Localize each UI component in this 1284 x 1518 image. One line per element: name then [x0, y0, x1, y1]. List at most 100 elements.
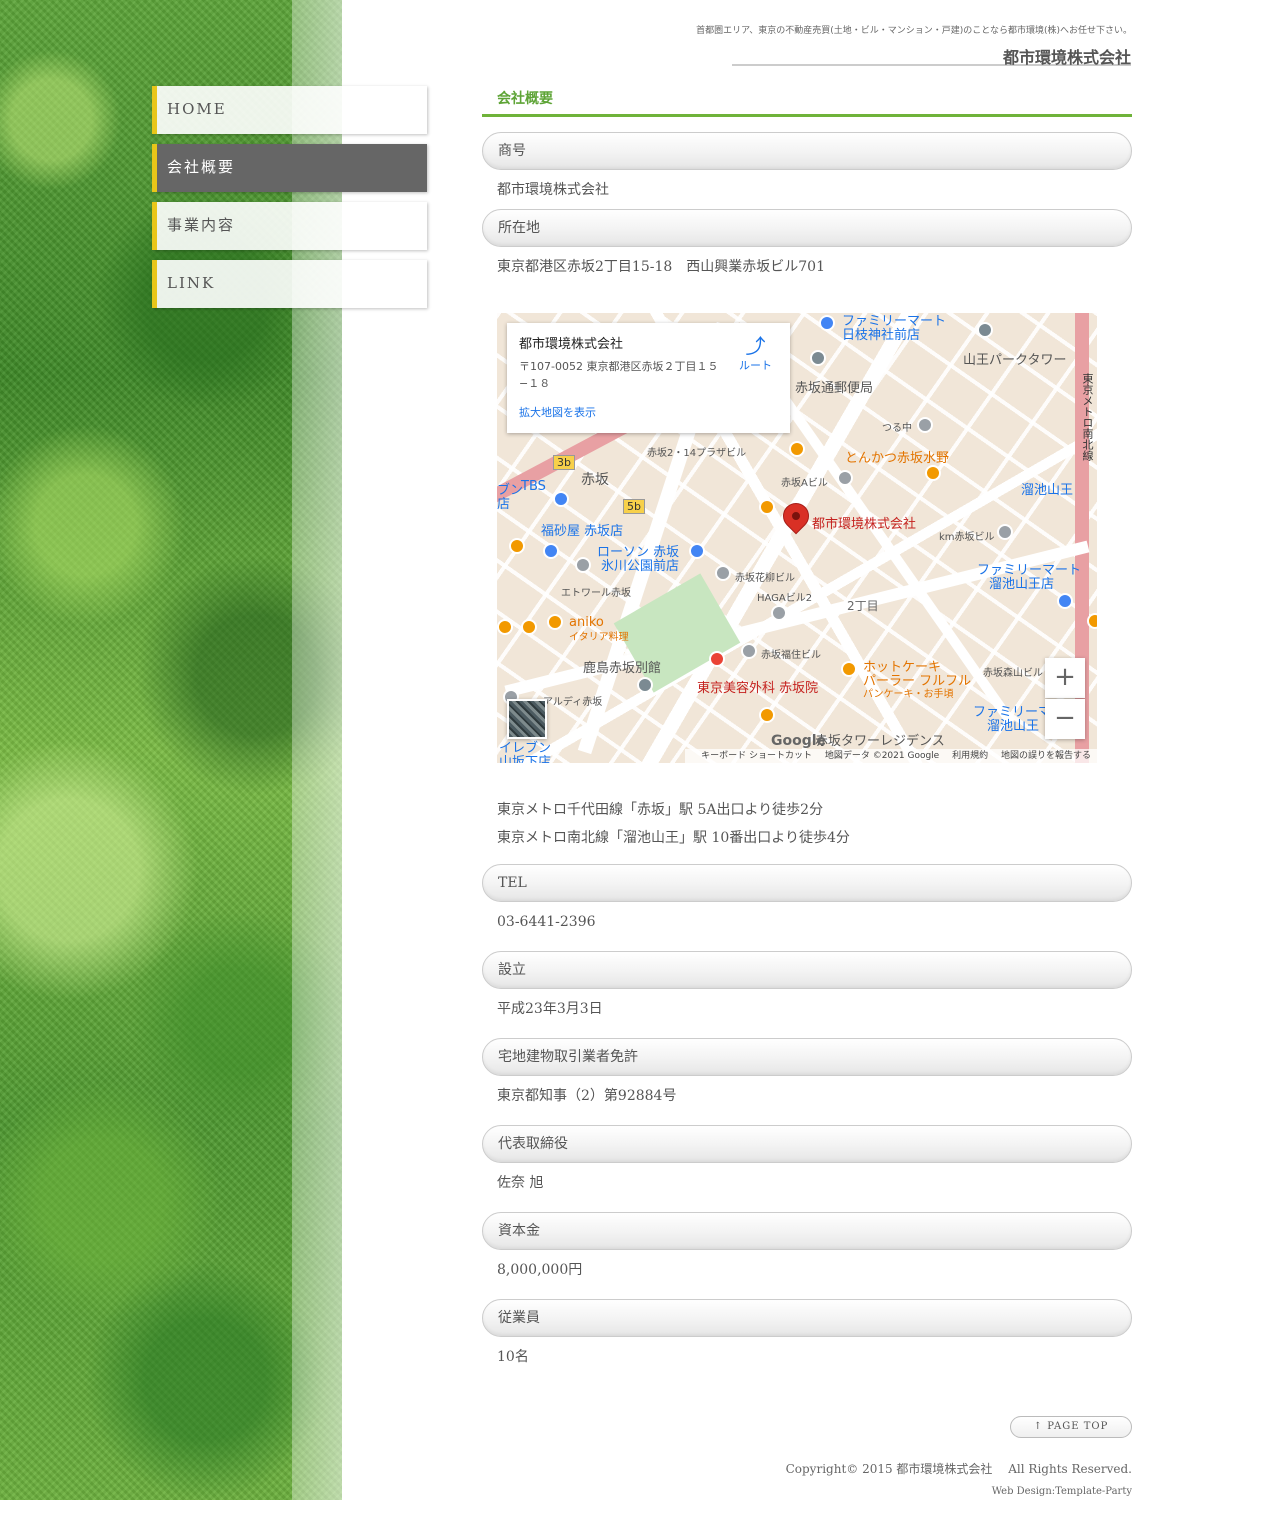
google-logo: Google: [771, 733, 827, 749]
shop-pin-icon[interactable]: [1057, 593, 1073, 609]
map-label: 赤坂: [581, 472, 609, 488]
shop-pin-icon[interactable]: [689, 543, 705, 559]
satellite-toggle[interactable]: [507, 699, 547, 739]
row-head-employees: 従業員: [482, 1299, 1132, 1337]
row-value-employees: 10名: [497, 1349, 529, 1365]
route-label: ルート: [739, 359, 772, 372]
map-label: 東京美容外科 赤坂院: [697, 681, 819, 696]
restaurant-pin-icon[interactable]: [789, 441, 805, 457]
restaurant-pin-icon[interactable]: [521, 619, 537, 635]
restaurant-pin-icon[interactable]: [547, 614, 563, 630]
map-label: 鹿島赤坂別館: [583, 661, 662, 676]
nav-item-home[interactable]: HOME: [152, 86, 427, 134]
place-pin-icon[interactable]: [575, 557, 591, 573]
restaurant-pin-icon[interactable]: [497, 619, 513, 635]
google-map[interactable]: ファミリーマート 日枝神社前店 山王パークタワー 赤坂通郵便局 つる中 とんかつ…: [497, 313, 1097, 763]
row-value-license: 東京都知事（2）第92884号: [497, 1088, 677, 1104]
restaurant-pin-icon[interactable]: [925, 465, 941, 481]
map-label: とんかつ赤坂水野: [845, 451, 950, 466]
place-pin-icon[interactable]: [715, 565, 731, 581]
access-line: 東京メトロ千代田線「赤坂」駅 5A出口より徒歩2分: [497, 802, 824, 818]
directions-icon: ⤴: [745, 334, 766, 358]
row-head-representative: 代表取締役: [482, 1125, 1132, 1163]
access-info: 東京メトロ千代田線「赤坂」駅 5A出口より徒歩2分 東京メトロ南北線「溜池山王」…: [497, 796, 850, 852]
row-value-representative: 佐奈 旭: [497, 1175, 544, 1191]
map-label: 赤坂通郵便局: [795, 381, 874, 396]
map-label: アルディ赤坂: [543, 697, 603, 708]
map-label: 赤坂Aビル: [781, 478, 828, 489]
shop-pin-icon[interactable]: [819, 315, 835, 331]
row-head-tel: TEL: [482, 864, 1132, 902]
restaurant-pin-icon[interactable]: [1087, 613, 1097, 629]
map-footer: キーボード ショートカット 地図データ ©2021 Google 利用規約 地図…: [685, 749, 1097, 763]
access-line: 東京メトロ南北線「溜池山王」駅 10番出口より徒歩4分: [497, 830, 850, 846]
row-head-established: 設立: [482, 951, 1132, 989]
nav-item-business[interactable]: 事業内容: [152, 202, 427, 250]
place-pin-icon[interactable]: [810, 350, 826, 366]
map-label: 東京メトロ南北線: [1081, 373, 1094, 461]
shop-pin-icon[interactable]: [553, 491, 569, 507]
map-label: 店: [497, 497, 511, 512]
cafe-pin-icon[interactable]: [509, 538, 525, 554]
map-info-card: 都市環境株式会社 〒107-0052 東京都港区赤坂２丁目１５−１８ 拡大地図を…: [507, 323, 790, 433]
place-pin-icon[interactable]: [997, 524, 1013, 540]
place-pin-icon[interactable]: [837, 470, 853, 486]
row-value-established: 平成23年3月3日: [497, 1001, 603, 1017]
zoom-out-button[interactable]: −: [1045, 699, 1085, 739]
map-label: 赤坂タワーレジデンス: [815, 734, 945, 749]
row-value-address: 東京都港区赤坂2丁目15-18 西山興業赤坂ビル701: [497, 259, 825, 275]
location-pin-icon[interactable]: [777, 497, 815, 535]
side-nav: HOME 会社概要 事業内容 LINK: [152, 86, 427, 318]
place-pin-icon[interactable]: [917, 417, 933, 433]
map-label: 赤坂2・14プラザビル: [647, 448, 747, 459]
place-pin-icon[interactable]: [637, 677, 653, 693]
map-label: HAGAビル2: [757, 593, 813, 604]
report-error-link[interactable]: 地図の誤りを報告する: [1001, 751, 1091, 761]
site-tagline: 首都圏エリア、東京の不動産売買(土地・ビル・マンション・戸建)のことなら都市環境…: [696, 26, 1132, 36]
map-label: km赤坂ビル: [939, 532, 995, 543]
shop-pin-icon[interactable]: [543, 543, 559, 559]
exit-badge[interactable]: 3b: [553, 455, 575, 470]
row-head-address: 所在地: [482, 209, 1132, 247]
exit-badge[interactable]: 5b: [623, 499, 645, 514]
place-pin-icon[interactable]: [977, 322, 993, 338]
nav-item-link[interactable]: LINK: [152, 260, 427, 308]
map-label: 溜池山王店: [989, 577, 1055, 592]
row-head-license: 宅地建物取引業者免許: [482, 1038, 1132, 1076]
site-logo[interactable]: 都市環境株式会社: [732, 44, 1131, 67]
row-head-name: 商号: [482, 132, 1132, 170]
keyboard-shortcuts-link[interactable]: キーボード ショートカット: [701, 751, 812, 761]
map-label: パンケーキ・お手頃: [863, 689, 954, 700]
map-pin-label: 都市環境株式会社: [812, 517, 917, 532]
zoom-in-button[interactable]: +: [1045, 658, 1085, 698]
row-value-capital: 8,000,000円: [497, 1262, 583, 1278]
page-title: 会社概要: [482, 86, 1132, 117]
row-head-capital: 資本金: [482, 1212, 1132, 1250]
map-label: 赤坂花柳ビル: [735, 573, 795, 584]
restaurant-pin-icon[interactable]: [841, 661, 857, 677]
copyright: Copyright© 2015 都市環境株式会社 All Rights Rese…: [785, 1462, 1132, 1476]
map-label: 日枝神社前店: [842, 328, 921, 343]
map-data-attribution: 地図データ ©2021 Google: [824, 751, 940, 761]
larger-map-link[interactable]: 拡大地図を表示: [519, 404, 778, 420]
company-rows: TEL 03-6441-2396 設立 平成23年3月3日 宅地建物取引業者免許…: [482, 864, 1132, 1367]
map-label: 2丁目: [847, 599, 879, 613]
map-label: 福砂屋 赤坂店: [541, 524, 624, 539]
map-label: TBS: [521, 479, 546, 494]
restaurant-pin-icon[interactable]: [759, 707, 775, 723]
map-label: 赤坂福住ビル: [761, 650, 821, 661]
map-label: 溜池山王: [987, 719, 1040, 734]
map-label: イタリア料理: [569, 632, 629, 643]
map-label: 赤坂森山ビル: [983, 668, 1043, 679]
clinic-pin-icon[interactable]: [709, 651, 725, 667]
route-button[interactable]: ⤴ ルート: [739, 335, 772, 373]
web-design-credit[interactable]: Web Design:Template-Party: [992, 1486, 1132, 1497]
map-label: つる中: [882, 423, 912, 434]
row-value-tel: 03-6441-2396: [497, 914, 596, 930]
place-pin-icon[interactable]: [741, 643, 757, 659]
terms-link[interactable]: 利用規約: [952, 751, 988, 761]
place-pin-icon[interactable]: [771, 605, 787, 621]
restaurant-pin-icon[interactable]: [759, 499, 775, 515]
nav-item-company[interactable]: 会社概要: [152, 144, 427, 192]
page-top-button[interactable]: ↑ PAGE TOP: [1010, 1416, 1132, 1438]
